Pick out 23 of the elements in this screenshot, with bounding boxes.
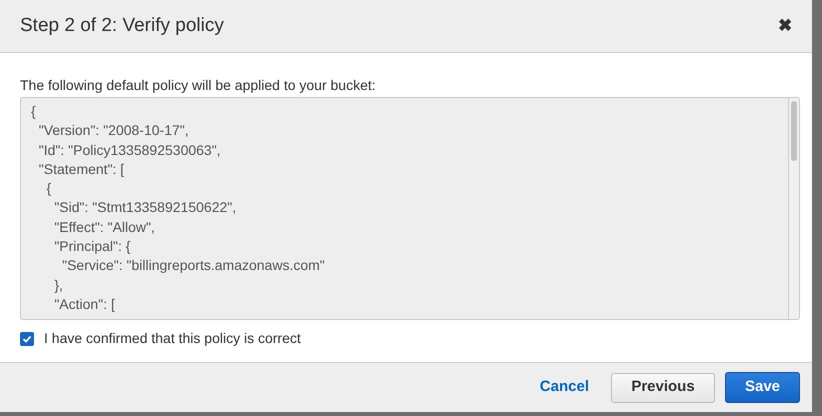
policy-line: { xyxy=(46,179,52,198)
scrollbar[interactable] xyxy=(788,98,799,319)
cancel-link[interactable]: Cancel xyxy=(528,372,601,402)
scrollbar-thumb[interactable] xyxy=(791,101,797,161)
policy-line: "Action": [ xyxy=(53,294,115,314)
confirm-label: I have confirmed that this policy is correct xyxy=(44,329,301,348)
confirm-checkbox[interactable] xyxy=(20,332,34,346)
previous-button[interactable]: Previous xyxy=(611,372,715,402)
policy-line: "Id": "Policy1335892530063", xyxy=(38,140,221,160)
close-button[interactable]: ✖ xyxy=(778,13,792,39)
intro-text: The following default policy will be applied to your bucket: xyxy=(20,76,377,94)
check-icon xyxy=(22,334,32,344)
policy-line: }, xyxy=(53,276,63,295)
policy-line: "Principal": { xyxy=(53,237,130,256)
policy-textarea[interactable]: { "Version": "2008-10-17", "Id": "Policy1335892530063", "Statement": [ { "Sid": "Stmt1335892150622", "Effect": "Allow", "Principal": { "Service": "billingreports.amazonaws.com" }, "Action": [ xyxy=(20,97,800,320)
save-button[interactable]: Save xyxy=(725,372,800,403)
policy-line: "Statement": [ xyxy=(38,160,124,179)
policy-line: "Version": "2008-10-17", xyxy=(38,121,189,140)
policy-line: "Effect": "Allow", xyxy=(53,218,155,237)
policy-line: "Service": "billingreports.amazonaws.com" xyxy=(61,256,325,276)
policy-line: "Sid": "Stmt1335892150622", xyxy=(53,198,236,218)
dialog-title: Step 2 of 2: Verify policy xyxy=(20,14,224,38)
policy-line: { xyxy=(31,102,36,121)
